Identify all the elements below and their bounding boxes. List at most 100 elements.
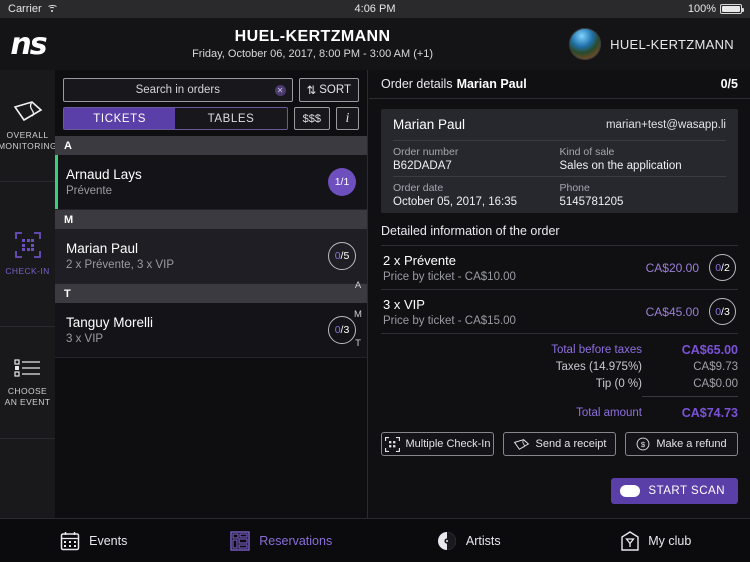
tab-my-club-label: My club bbox=[648, 533, 692, 548]
order-line-item: 2 x Prévente Price by ticket - CA$10.00 … bbox=[381, 245, 738, 289]
line-item-main: 3 x VIP Price by ticket - CA$15.00 bbox=[383, 297, 646, 327]
totals-divider bbox=[642, 396, 738, 397]
row-main: Arnaud Lays Prévente bbox=[66, 167, 328, 197]
detail-header-count: 0/5 bbox=[720, 77, 738, 91]
field-order-number: Order number B62DADA7 bbox=[393, 146, 560, 172]
totals-section: Total before taxes CA$65.00 Taxes (14.97… bbox=[381, 333, 738, 421]
tables-grid-icon bbox=[230, 530, 250, 551]
order-line-item: 3 x VIP Price by ticket - CA$15.00 CA$45… bbox=[381, 289, 738, 333]
alphabet-index[interactable]: A M T bbox=[352, 280, 364, 349]
page-subtitle: Friday, October 06, 2017, 8:00 PM - 3:00… bbox=[192, 48, 434, 60]
tab-reservations[interactable]: Reservations bbox=[188, 530, 376, 551]
line-badge-total: /3 bbox=[721, 305, 730, 318]
list-item[interactable]: Arnaud Lays Prévente 1/1 bbox=[55, 155, 367, 210]
total-before-taxes-row: Total before taxes CA$65.00 bbox=[381, 341, 738, 358]
tab-tables[interactable]: TABLES bbox=[175, 108, 287, 129]
customer-name: Marian Paul bbox=[393, 117, 466, 132]
order-detail-panel: Order details Marian Paul 0/5 Marian Pau… bbox=[369, 70, 750, 518]
rail-item-check-in[interactable]: CHECK-IN bbox=[0, 182, 55, 327]
badge-total: /5 bbox=[340, 250, 350, 262]
multiple-check-in-button[interactable]: Multiple Check-In bbox=[381, 432, 494, 456]
grand-total-value: CA$74.73 bbox=[681, 405, 738, 420]
section-header-a: A bbox=[55, 136, 367, 155]
taxes-value: CA$9.73 bbox=[693, 360, 738, 373]
app-root: Carrier 4:06 PM 100% ns HUEL-KERTZMANN F… bbox=[0, 0, 750, 562]
customer-card: Marian Paul marian+test@wasapp.li Order … bbox=[381, 109, 738, 213]
line-item-price: CA$45.00 bbox=[645, 304, 699, 319]
send-receipt-button[interactable]: Send a receipt bbox=[503, 432, 616, 456]
tab-artists[interactable]: Artists bbox=[375, 531, 563, 551]
status-right: 100% bbox=[688, 3, 744, 15]
search-input[interactable]: Search in orders ✕ bbox=[63, 78, 293, 102]
qr-scan-icon bbox=[14, 231, 41, 258]
total-before-taxes-value: CA$65.00 bbox=[681, 342, 738, 357]
field-value: 5145781205 bbox=[559, 196, 624, 208]
header-right[interactable]: HUEL-KERTZMANN bbox=[569, 28, 750, 60]
tip-value: CA$0.00 bbox=[693, 377, 738, 390]
qr-scan-icon bbox=[384, 436, 400, 452]
scan-toggle-icon bbox=[620, 485, 641, 497]
scan-button-wrap: START SCAN bbox=[369, 456, 750, 504]
row-main: Marian Paul 2 x Prévente, 3 x VIP bbox=[66, 241, 328, 271]
clear-icon[interactable]: ✕ bbox=[274, 84, 286, 96]
line-item-main: 2 x Prévente Price by ticket - CA$10.00 bbox=[383, 253, 646, 283]
grand-total-label: Total amount bbox=[576, 406, 642, 419]
customer-email: marian+test@wasapp.li bbox=[605, 118, 726, 131]
line-item-title: 2 x Prévente bbox=[383, 252, 456, 268]
row-subtitle: Prévente bbox=[66, 185, 113, 197]
app-header: ns HUEL-KERTZMANN Friday, October 06, 20… bbox=[0, 18, 750, 70]
taxes-label: Taxes (14.975%) bbox=[555, 360, 642, 373]
tab-tickets[interactable]: TICKETS bbox=[64, 108, 176, 129]
battery-icon bbox=[720, 4, 744, 14]
field-label: Order number bbox=[393, 145, 459, 158]
status-badge: 1/1 bbox=[328, 168, 356, 196]
rail-item-overall-monitoring[interactable]: OVERALL MONITORING bbox=[0, 70, 57, 182]
club-avatar-icon bbox=[569, 28, 602, 60]
header-center: HUEL-KERTZMANN Friday, October 06, 2017,… bbox=[56, 28, 569, 60]
make-refund-label: Make a refund bbox=[656, 438, 727, 450]
row-main: Tanguy Morelli 3 x VIP bbox=[66, 315, 328, 345]
alpha-index-m[interactable]: M bbox=[354, 309, 362, 320]
list-item[interactable]: Tanguy Morelli 3 x VIP 0/3 bbox=[55, 303, 367, 358]
start-scan-label: START SCAN bbox=[648, 485, 725, 497]
list-item[interactable]: Marian Paul 2 x Prévente, 3 x VIP 0/5 bbox=[55, 229, 367, 284]
tab-my-club[interactable]: My club bbox=[563, 530, 750, 551]
line-item-badge: 0/3 bbox=[709, 298, 736, 325]
alpha-index-t[interactable]: T bbox=[355, 338, 361, 349]
row-subtitle: 3 x VIP bbox=[66, 333, 104, 345]
status-time: 4:06 PM bbox=[354, 3, 396, 15]
field-value: Sales on the application bbox=[559, 159, 682, 172]
detail-header-prefix: Order details bbox=[381, 77, 453, 91]
send-receipt-label: Send a receipt bbox=[535, 438, 607, 450]
tip-label: Tip (0 %) bbox=[595, 377, 642, 390]
search-row: Search in orders ✕ ⇅ SORT bbox=[55, 70, 367, 102]
field-value: October 05, 2017, 16:35 bbox=[393, 196, 518, 208]
ticket-icon bbox=[513, 438, 530, 451]
field-label: Kind of sale bbox=[559, 145, 615, 158]
money-button[interactable]: $$$ bbox=[293, 107, 330, 130]
field-order-date: Order date October 05, 2017, 16:35 bbox=[393, 182, 560, 208]
alpha-index-a[interactable]: A bbox=[355, 280, 361, 291]
info-button[interactable]: i bbox=[336, 107, 359, 130]
start-scan-button[interactable]: START SCAN bbox=[611, 478, 738, 504]
row-name: Marian Paul bbox=[66, 241, 139, 256]
section-header-t: T bbox=[55, 284, 367, 303]
left-rail: OVERALL MONITORING CHECK-IN CHOOSE AN EV… bbox=[0, 70, 57, 518]
customer-field-row: Order date October 05, 2017, 16:35 Phone… bbox=[393, 177, 726, 213]
search-placeholder: Search in orders bbox=[135, 84, 220, 96]
customer-card-top: Marian Paul marian+test@wasapp.li bbox=[393, 109, 726, 141]
ticket-table-segmented-control: TICKETS TABLES bbox=[63, 107, 288, 130]
line-item-subtitle: Price by ticket - CA$10.00 bbox=[383, 270, 516, 283]
ticket-icon bbox=[12, 100, 44, 122]
detailed-info-title: Detailed information of the order bbox=[381, 224, 560, 238]
rail-item-choose-an-event[interactable]: CHOOSE AN EVENT bbox=[0, 327, 55, 439]
line-item-subtitle: Price by ticket - CA$15.00 bbox=[383, 314, 516, 327]
make-refund-button[interactable]: $ Make a refund bbox=[625, 432, 738, 456]
tab-events-label: Events bbox=[89, 533, 128, 548]
tab-events[interactable]: Events bbox=[0, 531, 188, 551]
sort-button[interactable]: ⇅ SORT bbox=[298, 78, 359, 102]
club-name-label: HUEL-KERTZMANN bbox=[610, 36, 734, 52]
field-phone: Phone 5145781205 bbox=[560, 182, 727, 208]
ns-logo[interactable]: ns bbox=[0, 18, 56, 70]
grand-total-row: Total amount CA$74.73 bbox=[381, 404, 738, 421]
